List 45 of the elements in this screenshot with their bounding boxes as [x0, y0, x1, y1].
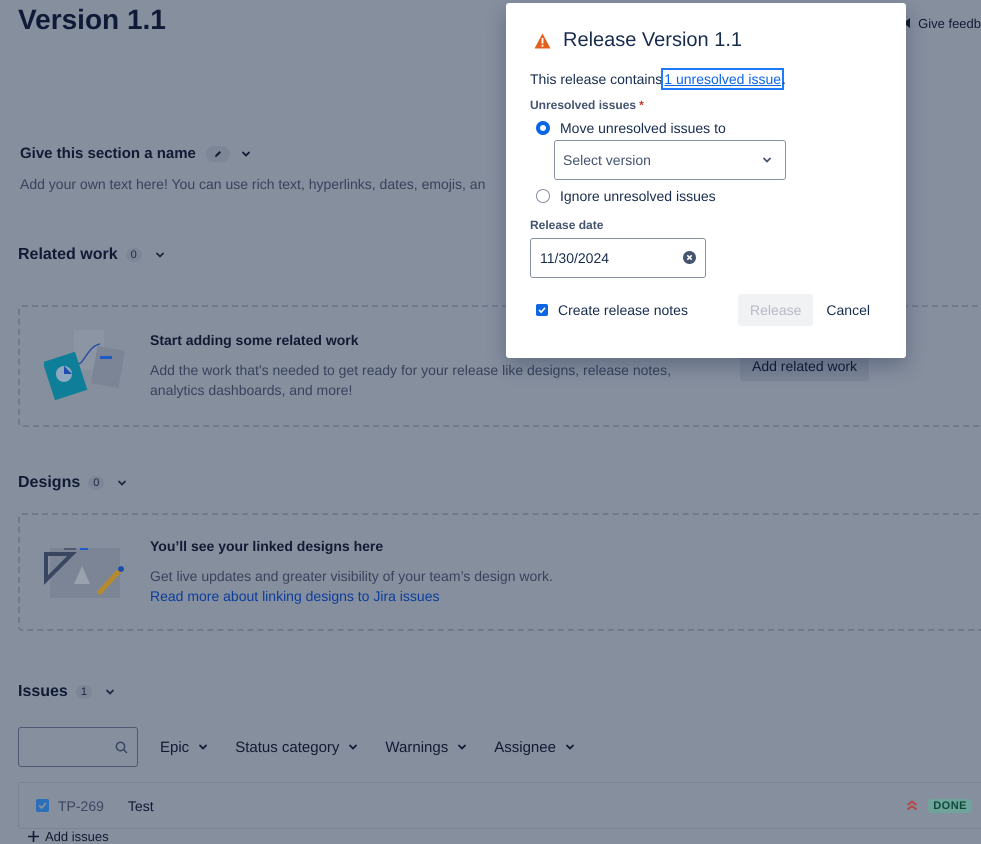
- empty-state-text: Add the work that's needed to get ready for your release like designs, release notes, analytics dashboards, and more!: [150, 361, 672, 400]
- required-mark: *: [639, 98, 644, 112]
- count-badge: 0: [88, 476, 104, 490]
- issue-row[interactable]: TP-269 Test DONE: [18, 782, 981, 829]
- checkbox-icon[interactable]: [536, 304, 548, 316]
- date-field[interactable]: 11/30/2024: [530, 238, 706, 278]
- dialog-message: This release contains: [530, 71, 662, 87]
- cancel-button[interactable]: Cancel: [814, 294, 882, 326]
- page-title: Version 1.1: [18, 4, 166, 36]
- clear-icon[interactable]: [683, 251, 696, 264]
- section-title: Related work: [18, 246, 118, 264]
- issue-summary: Test: [128, 798, 154, 814]
- count-badge: 1: [76, 685, 92, 699]
- release-notes-checkbox[interactable]: Create release notes: [536, 302, 688, 318]
- count-badge: 0: [126, 248, 142, 262]
- add-issues-button[interactable]: Add issues: [28, 830, 963, 843]
- filter-dropdown[interactable]: Status category: [231, 738, 364, 756]
- priority-icon: [906, 800, 918, 811]
- search-field[interactable]: [18, 727, 138, 767]
- issue-key[interactable]: TP-269: [58, 798, 104, 814]
- section-title: Issues: [18, 683, 68, 701]
- issue-checkbox[interactable]: [36, 799, 49, 812]
- unresolved-issue-link[interactable]: 1 unresolved issue: [663, 70, 782, 88]
- status-lozenge: DONE: [928, 798, 972, 812]
- filter-dropdown[interactable]: Assignee: [490, 738, 580, 756]
- edit-icon[interactable]: [206, 146, 230, 162]
- section-title: Designs: [18, 474, 80, 492]
- empty-state-title: Start adding some related work: [150, 332, 360, 348]
- section-title: Give this section a name: [20, 145, 196, 162]
- filter-dropdown[interactable]: Epic: [156, 738, 214, 756]
- field-label: Unresolved issues: [530, 98, 636, 112]
- plus-icon: [28, 831, 39, 842]
- field-label: Release date: [530, 218, 604, 232]
- warning-icon: [534, 32, 551, 48]
- section-description: Add your own text here! You can use rich text, hyperlinks, dates, emojis, an: [20, 176, 486, 192]
- search-icon: [115, 740, 128, 754]
- period-text: .: [782, 71, 786, 87]
- empty-state-text: Get live updates and greater visibility of your team’s design work.: [150, 567, 554, 586]
- empty-state-title: You’ll see your linked designs here: [150, 538, 384, 554]
- version-select[interactable]: Select version: [554, 140, 786, 180]
- radio-option[interactable]: Move unresolved issues to: [536, 120, 726, 136]
- radio-option[interactable]: Ignore unresolved issues: [536, 188, 716, 204]
- filter-dropdown[interactable]: Warnings: [381, 738, 472, 756]
- help-link[interactable]: Read more about linking designs to Jira issues: [150, 588, 440, 604]
- dialog-title: Release Version 1.1: [563, 29, 742, 52]
